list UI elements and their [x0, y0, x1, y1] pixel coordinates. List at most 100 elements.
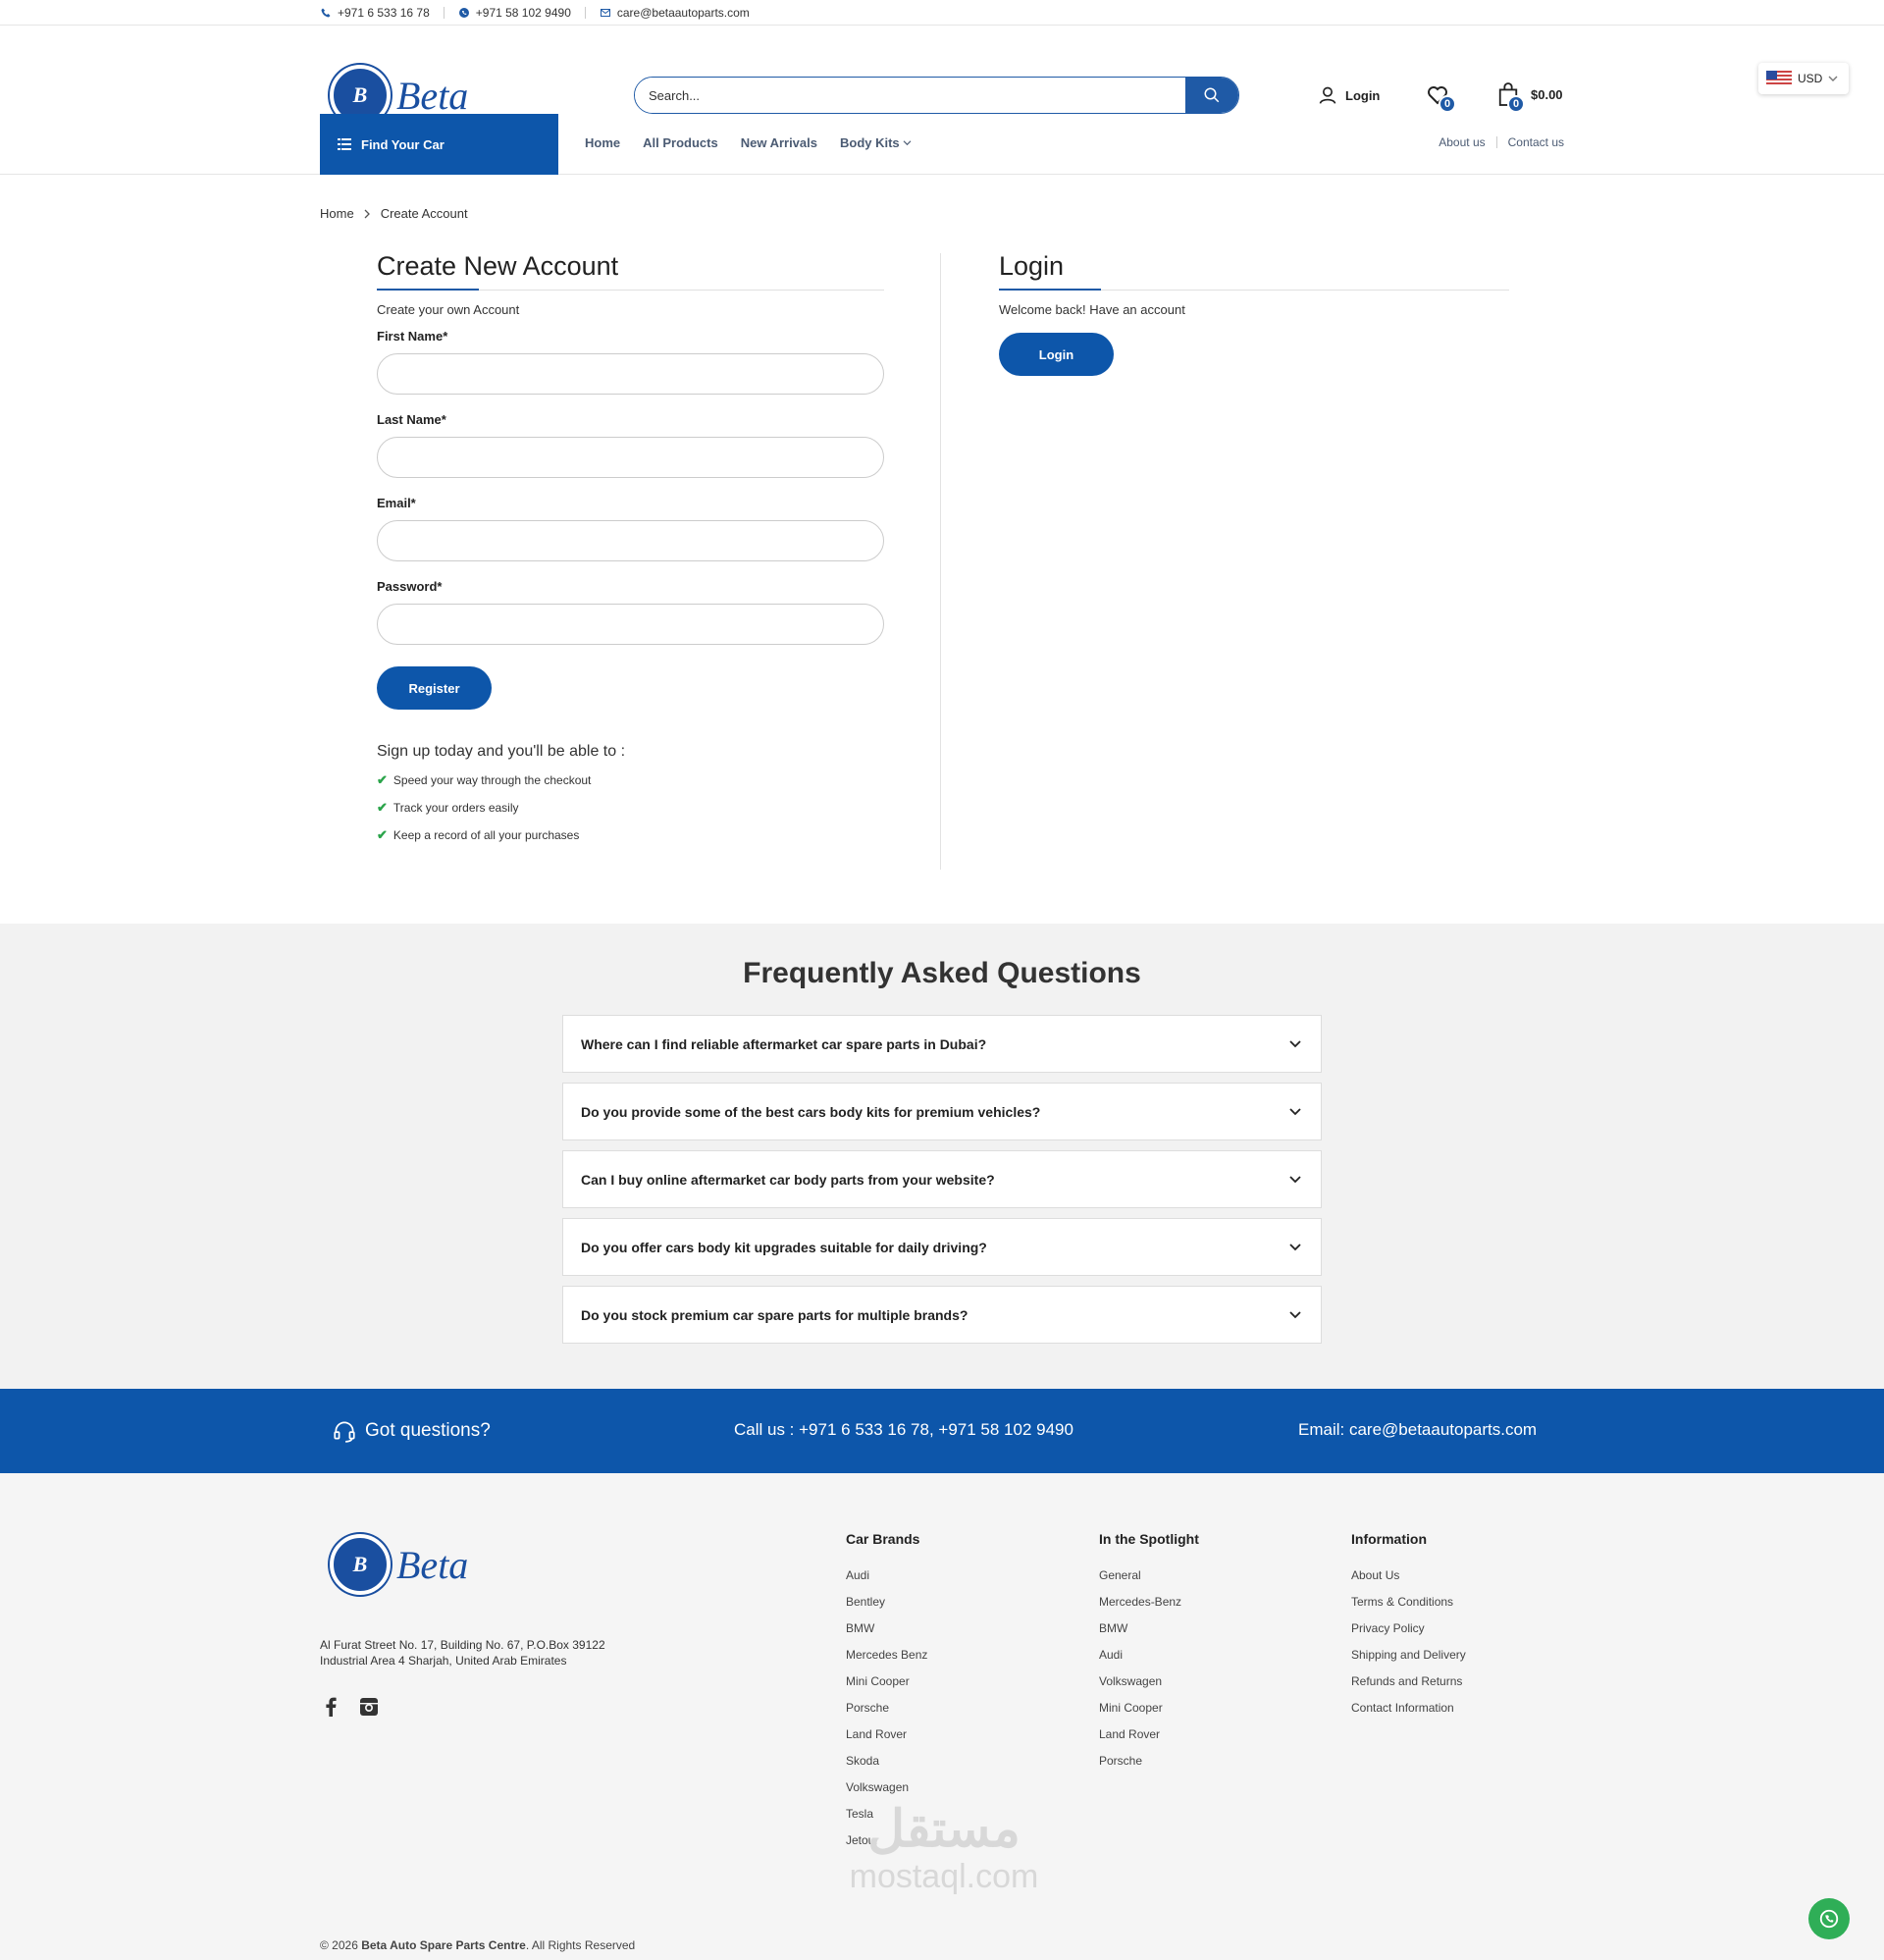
find-your-car-button[interactable]: Find Your Car — [320, 114, 558, 175]
footer-link[interactable]: Mercedes-Benz — [1099, 1595, 1199, 1621]
chevron-down-icon — [1828, 76, 1838, 81]
faq-item[interactable]: Do you provide some of the best cars bod… — [562, 1083, 1322, 1140]
footer-link[interactable]: BMW — [846, 1621, 927, 1648]
register-button[interactable]: Register — [377, 666, 492, 710]
mail-icon — [600, 8, 610, 17]
footer-link[interactable]: Audi — [846, 1568, 927, 1595]
login-button[interactable]: Login — [999, 333, 1114, 376]
call-us[interactable]: Call us : +971 6 533 16 78, +971 58 102 … — [734, 1420, 1073, 1440]
perk-item: ✔ Keep a record of all your purchases — [377, 827, 580, 842]
password-label: Password* — [377, 579, 443, 594]
secondary-nav: About us Contact us — [1439, 135, 1564, 149]
footer-spotlight: In the Spotlight General Mercedes-Benz B… — [1099, 1531, 1199, 1780]
breadcrumb-current: Create Account — [380, 206, 468, 221]
footer-link[interactable]: About Us — [1351, 1568, 1466, 1595]
nav-home[interactable]: Home — [585, 135, 620, 150]
footer-link[interactable]: Skoda — [846, 1754, 927, 1780]
register-subtitle: Create your own Account — [377, 302, 520, 317]
email-us[interactable]: Email: care@betaautoparts.com — [1298, 1420, 1537, 1440]
footer-link[interactable]: Terms & Conditions — [1351, 1595, 1466, 1621]
list-icon — [338, 138, 351, 150]
breadcrumb-home[interactable]: Home — [320, 206, 354, 221]
login-subtitle: Welcome back! Have an account — [999, 302, 1185, 317]
footer-address: Al Furat Street No. 17, Building No. 67,… — [320, 1638, 605, 1668]
login-link[interactable]: Login — [1318, 85, 1380, 105]
logo-seal: B — [330, 1534, 391, 1595]
whatsapp-chat-button[interactable] — [1808, 1898, 1850, 1939]
perks-title: Sign up today and you'll be able to : — [377, 743, 626, 760]
perk-item: ✔ Speed your way through the checkout — [377, 772, 592, 787]
chevron-down-icon — [1289, 1175, 1301, 1183]
cart-count-badge: 0 — [1507, 95, 1525, 113]
nav-body-kits[interactable]: Body Kits — [840, 135, 912, 150]
faq-list: Where can I find reliable aftermarket ca… — [562, 1015, 1322, 1353]
check-icon: ✔ — [377, 827, 388, 842]
topbar-whatsapp[interactable]: +971 58 102 9490 — [445, 6, 585, 20]
faq-item[interactable]: Can I buy online aftermarket car body pa… — [562, 1150, 1322, 1208]
password-field[interactable] — [377, 604, 884, 645]
footer-link[interactable]: Contact Information — [1351, 1701, 1466, 1727]
nav-new-arrivals[interactable]: New Arrivals — [741, 135, 817, 150]
first-name-field[interactable] — [377, 353, 884, 395]
login-section: Login Welcome back! Have an account Logi… — [999, 251, 1509, 376]
wishlist-button[interactable]: 0 — [1425, 82, 1456, 113]
footer-link[interactable]: Land Rover — [846, 1727, 927, 1754]
search-button[interactable] — [1185, 78, 1238, 113]
nav-all-products[interactable]: All Products — [643, 135, 718, 150]
watermark: مستقل mostaql.com — [849, 1801, 1039, 1895]
nav-about-us[interactable]: About us — [1439, 135, 1485, 149]
main-nav: Home All Products New Arrivals Body Kits — [585, 135, 912, 150]
chevron-down-icon — [903, 140, 912, 146]
chevron-right-icon — [364, 209, 370, 218]
top-bar: +971 6 533 16 78 +971 58 102 9490 care@b… — [0, 0, 1884, 26]
check-icon: ✔ — [377, 772, 388, 787]
footer-link[interactable]: Audi — [1099, 1648, 1199, 1674]
email-field[interactable] — [377, 520, 884, 561]
faq-title: Frequently Asked Questions — [743, 957, 1141, 989]
social-links — [324, 1697, 379, 1722]
footer-link[interactable]: Porsche — [846, 1701, 927, 1727]
footer-link[interactable]: Privacy Policy — [1351, 1621, 1466, 1648]
register-title: Create New Account — [377, 251, 884, 291]
footer-link[interactable]: Land Rover — [1099, 1727, 1199, 1754]
footer-link[interactable]: Mini Cooper — [1099, 1701, 1199, 1727]
instagram-icon[interactable] — [359, 1697, 379, 1722]
cart-button[interactable]: 0 $0.00 — [1497, 81, 1563, 113]
nav-contact-us[interactable]: Contact us — [1508, 135, 1564, 149]
logo-wordmark: Beta — [396, 1542, 469, 1587]
column-divider — [940, 253, 941, 870]
footer-link[interactable]: Bentley — [846, 1595, 927, 1621]
footer-logo[interactable]: B Beta — [330, 1534, 468, 1595]
phone-icon — [321, 8, 331, 17]
footer-link[interactable]: General — [1099, 1568, 1199, 1595]
topbar-phone[interactable]: +971 6 533 16 78 — [320, 6, 444, 20]
topbar-email[interactable]: care@betaautoparts.com — [586, 6, 763, 20]
whatsapp-icon — [458, 7, 469, 18]
last-name-field[interactable] — [377, 437, 884, 478]
chevron-down-icon — [1289, 1243, 1301, 1250]
footer-link[interactable]: Mini Cooper — [846, 1674, 927, 1701]
last-name-label: Last Name* — [377, 412, 446, 427]
footer-link[interactable]: Porsche — [1099, 1754, 1199, 1780]
footer-information: Information About Us Terms & Conditions … — [1351, 1531, 1466, 1727]
footer-link[interactable]: Refunds and Returns — [1351, 1674, 1466, 1701]
got-questions: Got questions? — [332, 1418, 491, 1444]
email-label: Email* — [377, 496, 416, 510]
user-icon — [1319, 86, 1336, 104]
faq-item[interactable]: Do you offer cars body kit upgrades suit… — [562, 1218, 1322, 1276]
faq-section: Frequently Asked Questions Where can I f… — [0, 924, 1884, 1389]
footer-link[interactable]: Volkswagen — [1099, 1674, 1199, 1701]
faq-item[interactable]: Where can I find reliable aftermarket ca… — [562, 1015, 1322, 1073]
footer-link[interactable]: BMW — [1099, 1621, 1199, 1648]
facebook-icon[interactable] — [324, 1697, 338, 1722]
currency-selector[interactable]: USD — [1758, 63, 1849, 94]
wishlist-count-badge: 0 — [1439, 95, 1456, 113]
site-header: B Beta Login 0 0 $0.00 USD Find Your Car… — [0, 26, 1884, 175]
faq-item[interactable]: Do you stock premium car spare parts for… — [562, 1286, 1322, 1344]
search-input[interactable] — [635, 78, 1185, 113]
breadcrumb: Home Create Account — [320, 206, 468, 221]
footer-link[interactable]: Mercedes Benz — [846, 1648, 927, 1674]
footer-link[interactable]: Shipping and Delivery — [1351, 1648, 1466, 1674]
chevron-down-icon — [1289, 1107, 1301, 1115]
register-section: Create New Account Create your own Accou… — [377, 251, 884, 843]
